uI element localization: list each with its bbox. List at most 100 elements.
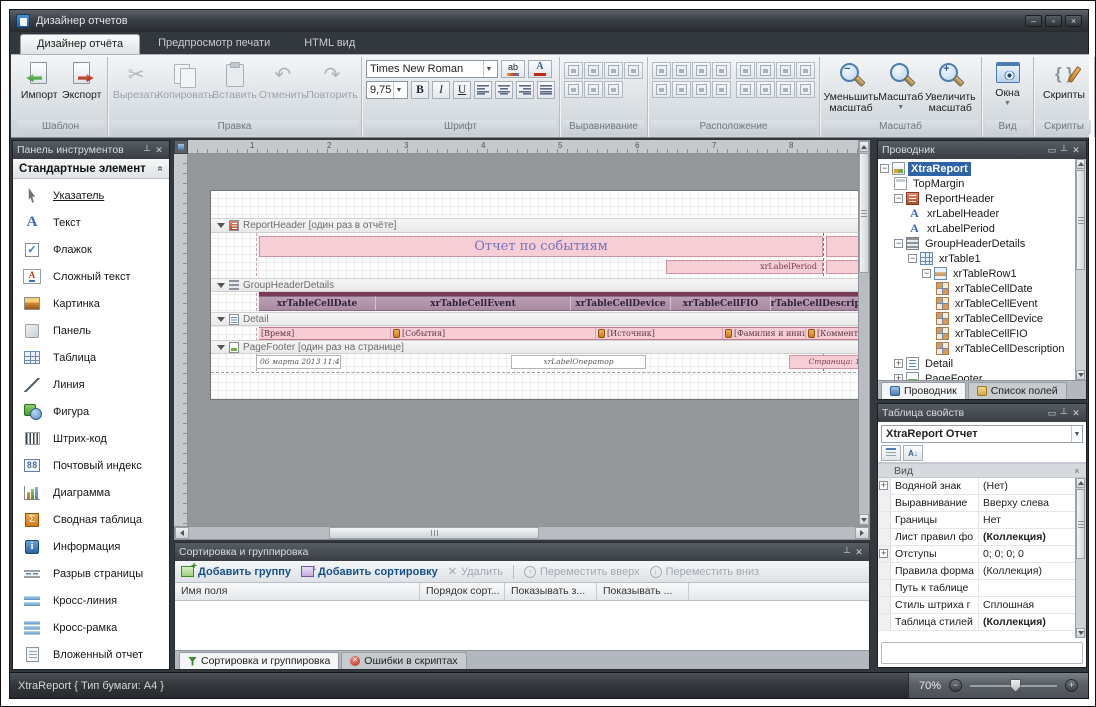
column-header[interactable]: Показывать ... <box>597 583 689 600</box>
property-row[interactable]: Путь к таблице <box>878 580 1086 597</box>
property-row[interactable]: Отступы0; 0; 0; 0 <box>878 546 1086 563</box>
tree-node[interactable]: ReportHeader <box>880 191 1086 206</box>
scroll-up-arrow[interactable] <box>1076 159 1085 169</box>
detail-cell[interactable]: [Время] <box>259 327 391 340</box>
toolbox-section-header[interactable]: Стандартные элемент <box>13 159 169 179</box>
column-header[interactable]: Порядок сорт... <box>420 583 505 600</box>
tab-script-errors[interactable]: Ошибки в скриптах <box>341 652 466 669</box>
cut-button[interactable]: ✂ Вырезать <box>112 60 160 101</box>
pin-icon[interactable] <box>1058 144 1070 156</box>
explorer-scrollbar[interactable] <box>1075 159 1086 380</box>
property-row[interactable]: Водяной знак(Нет) <box>878 478 1086 495</box>
band-group-header[interactable]: GroupHeaderDetails <box>211 278 858 292</box>
chevron-down-icon[interactable]: ▼ <box>1071 426 1082 442</box>
move-up-button[interactable]: Переместить вверх <box>524 566 640 578</box>
space-vertically-button[interactable] <box>672 81 691 98</box>
property-row[interactable]: Лист правил фо(Коллекция) <box>878 529 1086 546</box>
size-to-grid-button[interactable] <box>712 62 731 79</box>
object-selector-combo[interactable]: XtraReport Отчет ▼ <box>881 425 1083 443</box>
zoom-slider-thumb[interactable] <box>1010 679 1021 692</box>
alphabetical-view-button[interactable] <box>903 445 923 461</box>
tree-node[interactable]: XtraReport <box>880 161 1086 176</box>
sorting-list-body[interactable] <box>175 601 869 650</box>
toolbox-item-barcode[interactable]: Штрих-код <box>13 425 169 452</box>
minimize-button[interactable] <box>1025 15 1042 27</box>
expand-expander[interactable] <box>879 549 888 558</box>
report-title-label-overflow[interactable] <box>826 236 858 257</box>
property-row[interactable]: Таблица стилей(Коллекция) <box>878 614 1086 631</box>
report-page[interactable]: ReportHeader [один раз в отчёте] Отчет п… <box>210 190 858 400</box>
band-report-header[interactable]: ReportHeader [один раз в отчёте] <box>211 218 858 233</box>
tree-node[interactable]: GroupHeaderDetails <box>880 236 1086 251</box>
collapse-expander[interactable] <box>908 254 917 263</box>
expand-expander[interactable] <box>879 481 888 490</box>
zoom-slider-track[interactable] <box>970 685 1057 687</box>
scrollbar-thumb[interactable] <box>1076 489 1085 559</box>
tree-node[interactable]: xrTable1 <box>880 251 1086 266</box>
tree-node[interactable]: xrTableCellEvent <box>880 296 1086 311</box>
windows-button[interactable]: Окна ▼ <box>986 60 1029 106</box>
align-bottoms-button[interactable] <box>604 81 623 98</box>
toolbox-item-shape[interactable]: Фигура <box>13 398 169 425</box>
align-middles-button[interactable] <box>584 81 603 98</box>
italic-button[interactable]: I <box>432 81 450 99</box>
detail-cell[interactable]: [Источник] <box>596 327 723 340</box>
undo-button[interactable]: ↶ Отменить <box>259 60 307 101</box>
increase-hspacing-button[interactable] <box>776 62 795 79</box>
align-tops-button[interactable] <box>564 81 583 98</box>
footer-page-number-label[interactable]: Страница: 1 / 1 <box>789 355 858 369</box>
center-horizontally-button[interactable] <box>736 62 755 79</box>
detail-cell[interactable]: [События] <box>391 327 596 340</box>
maximize-button[interactable] <box>1045 15 1062 27</box>
toolbox-item-subreport[interactable]: Вложенный отчет <box>13 641 169 668</box>
align-lefts-button[interactable] <box>564 62 583 79</box>
tree-node[interactable]: xrTableCellFIO <box>880 326 1086 341</box>
pin-icon[interactable] <box>1058 407 1070 419</box>
tree-node[interactable]: xrLabelHeader <box>880 206 1086 221</box>
period-label-overflow[interactable] <box>826 260 858 274</box>
align-rights-button[interactable] <box>604 62 623 79</box>
tab-field-list[interactable]: Список полей <box>968 382 1067 399</box>
underline-button[interactable]: U <box>453 81 471 99</box>
font-size-combo[interactable]: 9,75 ▼ <box>366 81 408 99</box>
tree-node[interactable]: xrTableRow1 <box>880 266 1086 281</box>
band-detail[interactable]: Detail <box>211 312 858 326</box>
add-group-button[interactable]: Добавить группу <box>181 566 291 578</box>
toolbox-item-checkbox[interactable]: Флажок <box>13 236 169 263</box>
center-in-window-button[interactable] <box>736 81 755 98</box>
collapse-expander[interactable] <box>894 239 903 248</box>
tree-node[interactable]: PageFooter <box>880 371 1086 380</box>
property-row[interactable]: ВыравниваниеВверху слева <box>878 495 1086 512</box>
move-down-button[interactable]: Переместить вниз <box>650 566 760 578</box>
delete-button[interactable]: Удалить <box>448 565 503 578</box>
scripts-button[interactable]: Скрипты <box>1038 60 1090 101</box>
fit-to-window-button[interactable] <box>756 81 775 98</box>
period-label[interactable]: xrLabelPeriod <box>666 260 823 274</box>
scrollbar-thumb[interactable] <box>329 527 539 539</box>
property-row[interactable]: Стиль штриха гСплошная <box>878 597 1086 614</box>
toolbox-item-pagebreak[interactable]: Разрыв страницы <box>13 560 169 587</box>
same-size-button[interactable] <box>692 62 711 79</box>
tree-node[interactable]: Detail <box>880 356 1086 371</box>
toolbox-item-chart[interactable]: Диаграмма <box>13 479 169 506</box>
align-text-right-button[interactable] <box>516 81 534 99</box>
tab-report-explorer[interactable]: Проводник <box>881 382 966 399</box>
font-color-button[interactable]: A <box>528 60 552 78</box>
tab-report-designer[interactable]: Дизайнер отчёта <box>20 34 140 54</box>
tree-node[interactable]: xrTableCellDevice <box>880 311 1086 326</box>
design-vertical-scrollbar[interactable] <box>858 140 870 526</box>
collapse-expander[interactable] <box>894 194 903 203</box>
decrease-hspacing-button[interactable] <box>796 62 815 79</box>
toolbox-item-panel[interactable]: Панель <box>13 317 169 344</box>
close-icon[interactable] <box>153 144 165 156</box>
chevron-down-icon[interactable]: ▼ <box>393 82 404 98</box>
tree-node[interactable]: xrTableCellDate <box>880 281 1086 296</box>
tab-html-view[interactable]: HTML вид <box>288 34 371 54</box>
band-page-footer[interactable]: PageFooter [один раз на странице] <box>211 340 858 354</box>
tab-print-preview[interactable]: Предпросмотр печати <box>142 34 286 54</box>
report-title-label[interactable]: Отчет по событиям <box>259 236 823 257</box>
toolbox-item-picture[interactable]: Картинка <box>13 290 169 317</box>
close-button[interactable] <box>1065 15 1082 27</box>
column-header[interactable]: Показывать з... <box>505 583 597 600</box>
expand-expander[interactable] <box>894 374 903 380</box>
